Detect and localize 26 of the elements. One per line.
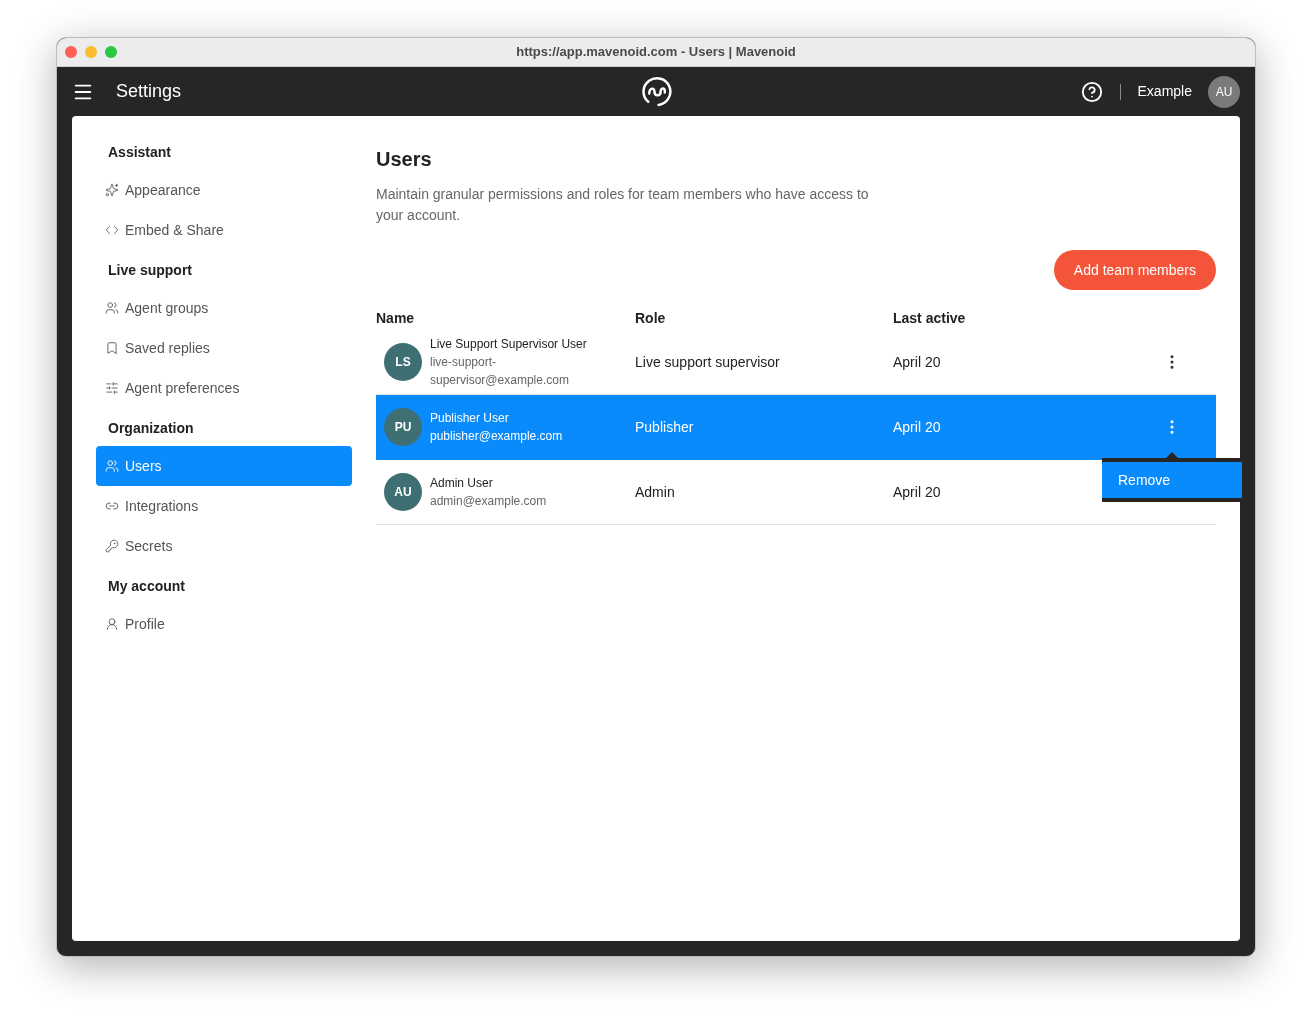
- user-name: Admin User: [430, 475, 494, 492]
- user-avatar: PU: [384, 408, 422, 446]
- page-title: Users: [376, 147, 433, 172]
- user-email: publisher@example.com: [430, 428, 564, 445]
- section-heading: Assistant: [107, 143, 173, 162]
- user-email: live-support-supervisor@example.com: [430, 354, 570, 389]
- app-title: Settings: [116, 80, 182, 103]
- last-active-cell-text: April 20: [893, 482, 942, 502]
- window-title: https://app.mavenoid.com - Users | Mavenoid: [516, 43, 796, 62]
- last-active-cell-text: April 20: [893, 417, 942, 437]
- column-header: Last active: [893, 309, 967, 328]
- column-header: Name: [376, 309, 416, 328]
- user-name: Live Support Supervisor User: [430, 336, 588, 353]
- role-cell-text: Live support supervisor: [635, 352, 781, 372]
- section-heading: Live support: [107, 261, 193, 280]
- user-avatar: LS: [384, 343, 422, 381]
- role-cell-text: Admin: [635, 482, 676, 502]
- user-email: admin@example.com: [430, 493, 548, 510]
- section-heading: My account: [107, 577, 186, 596]
- last-active-cell-text: April 20: [893, 352, 942, 372]
- section-heading: Organization: [107, 419, 195, 438]
- page-description: Maintain granular permissions and roles for team members who have access to your account.: [376, 185, 870, 225]
- user-avatar: AU: [384, 473, 422, 511]
- user-name: Publisher User: [430, 410, 510, 427]
- role-cell-text: Publisher: [635, 417, 695, 437]
- column-header: Role: [635, 309, 667, 328]
